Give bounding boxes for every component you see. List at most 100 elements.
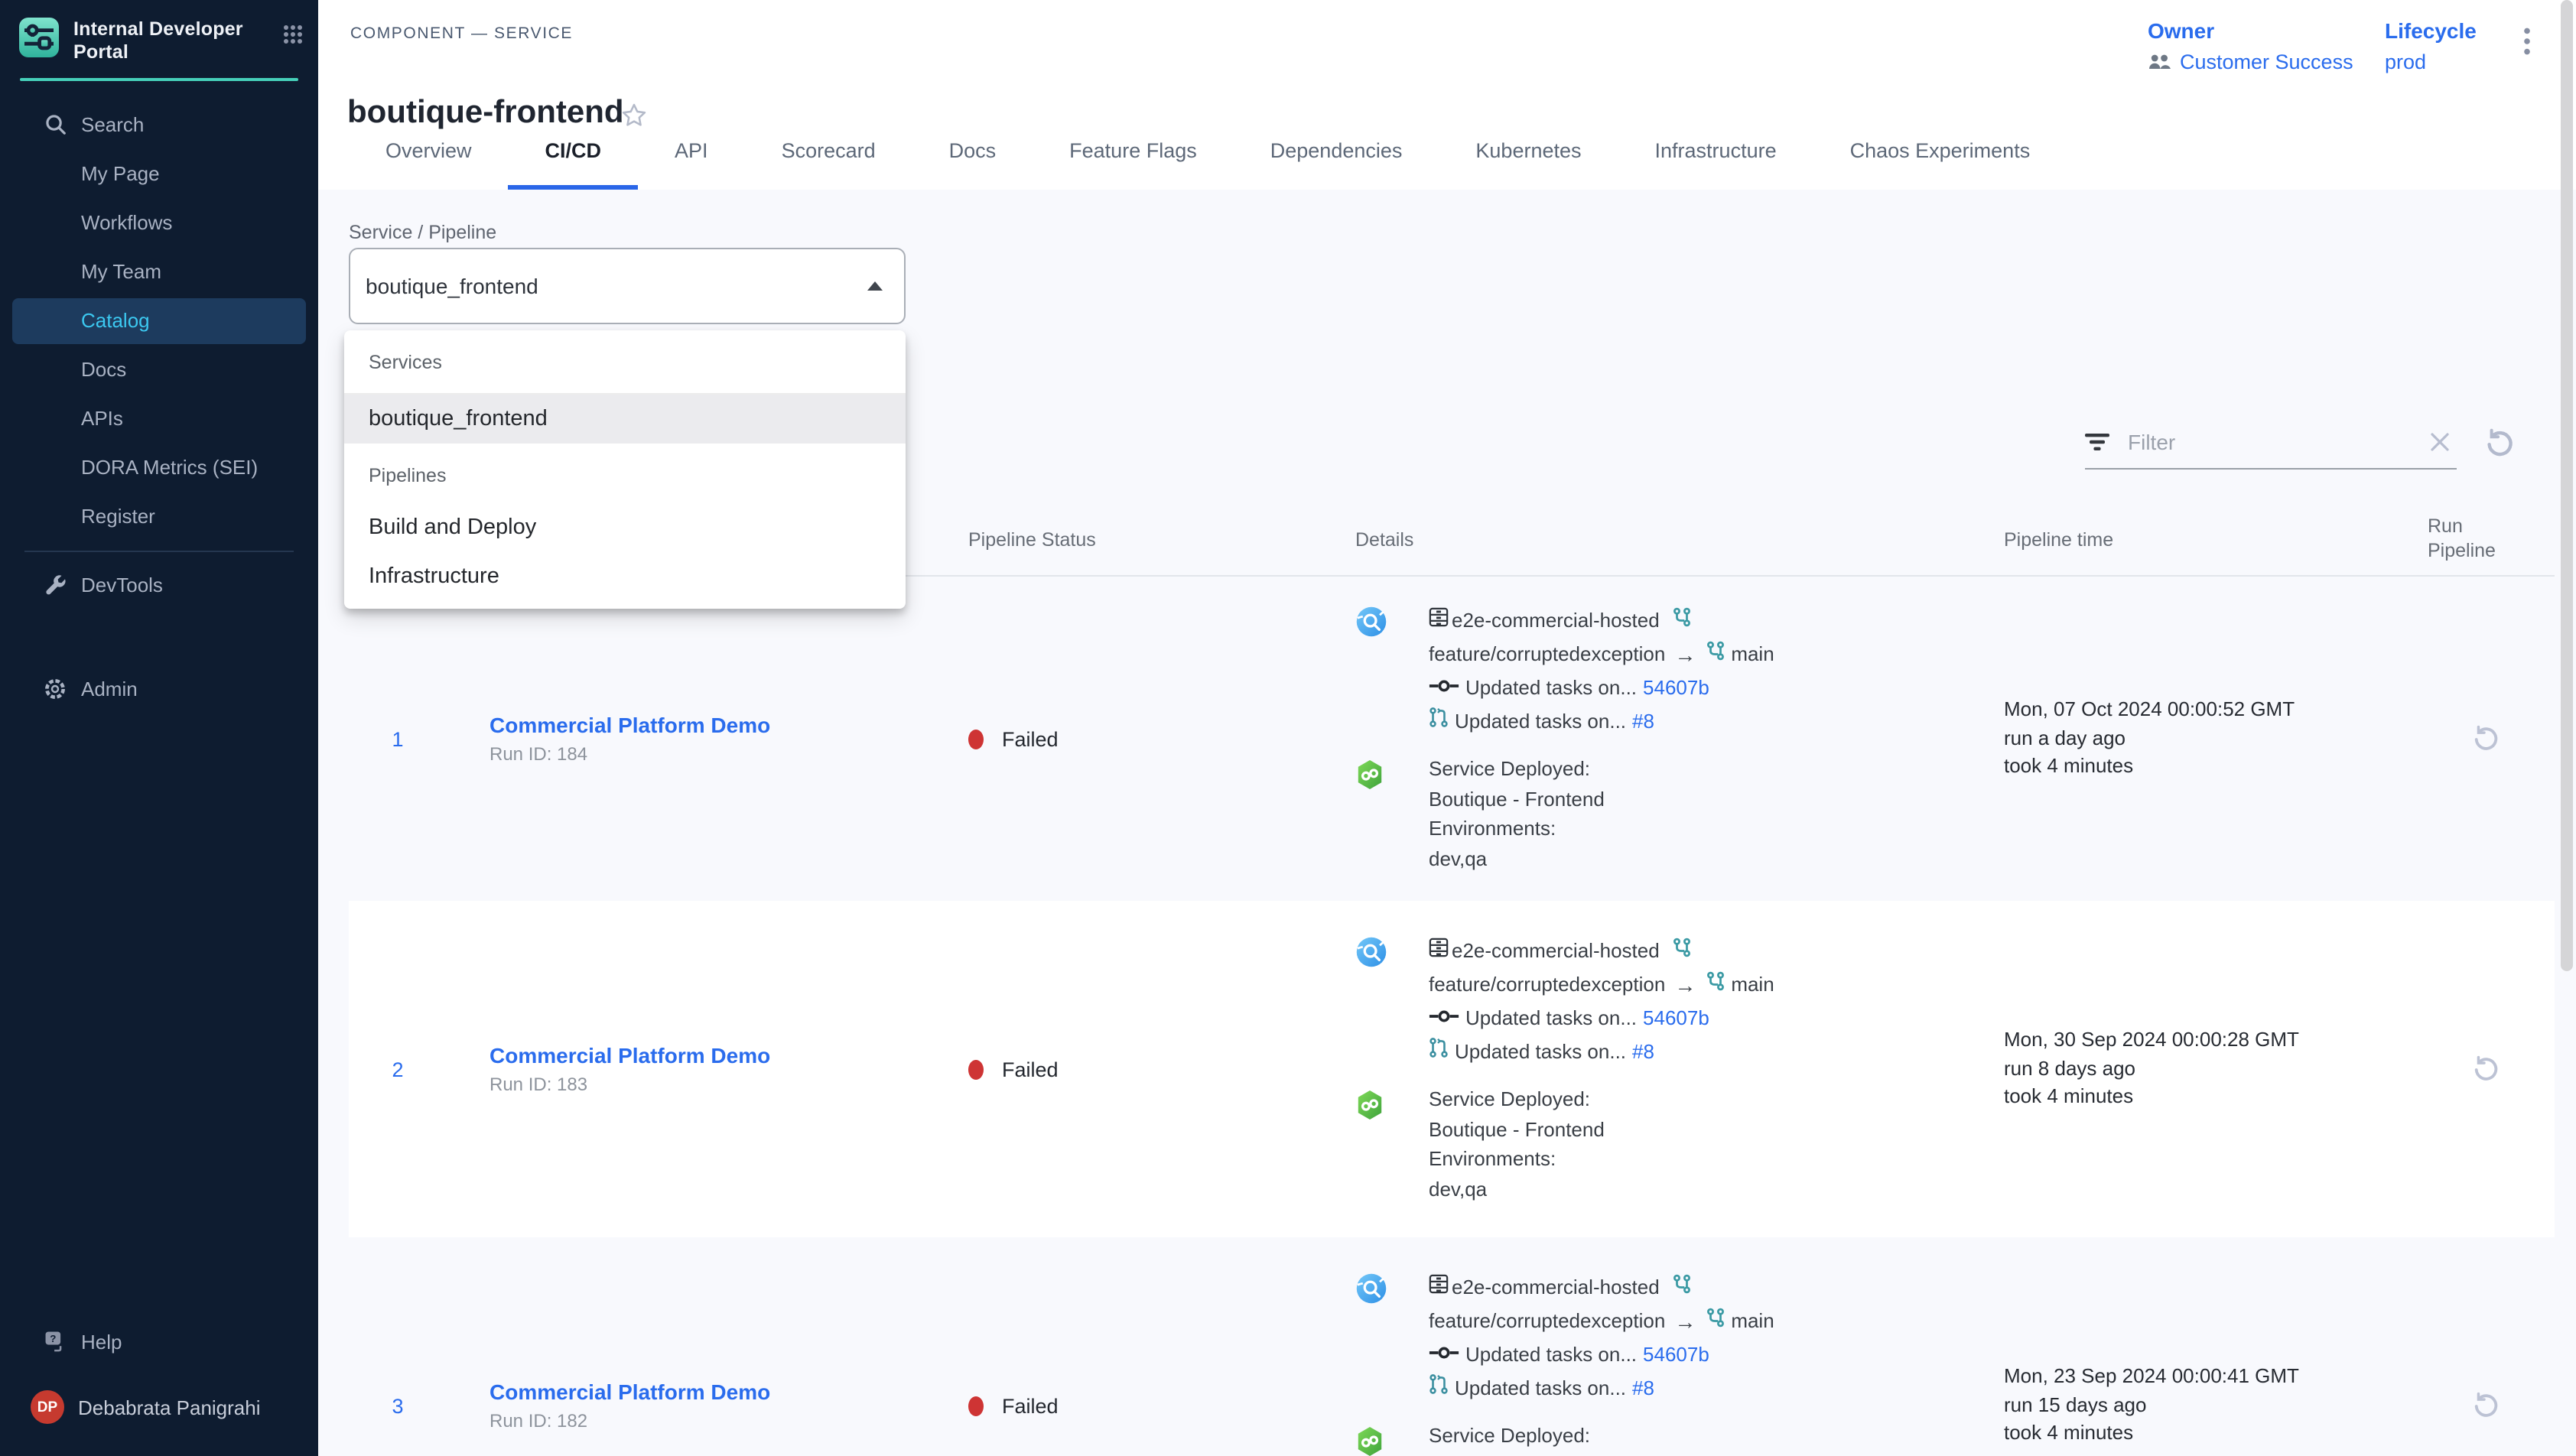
sidebar-divider xyxy=(24,550,294,551)
clear-filter-icon[interactable] xyxy=(2429,431,2451,453)
sidebar-nav: Search My PageWorkflowsMy Team Catalog Docs… xyxy=(0,80,318,611)
run-index: 2 xyxy=(349,901,447,1237)
run-pipeline-button[interactable] xyxy=(2469,722,2503,756)
pipeline-status: Failed xyxy=(918,901,1331,1237)
sidebar-item-devtools[interactable]: DevTools xyxy=(12,562,306,608)
deploy-line: dev,qa xyxy=(1429,843,1989,873)
commit-link[interactable]: 54607b xyxy=(1643,1002,1709,1035)
tab-dependencies[interactable]: Dependencies xyxy=(1234,110,1439,190)
main-content: COMPONENT — SERVICE boutique-frontend Ow… xyxy=(318,0,2576,1456)
dropdown-option-boutique-frontend[interactable]: boutique_frontend xyxy=(344,395,906,444)
pull-request-link[interactable]: #8 xyxy=(1632,1372,1654,1406)
sidebar-item-dora-metrics-sei-[interactable]: DORA Metrics (SEI) xyxy=(12,444,306,490)
filter-bar xyxy=(2085,416,2457,470)
pull-request-line: Updated tasks on...#8 xyxy=(1429,1372,1989,1406)
table-body: 1Commercial Platform DemoRun ID: 184Fail… xyxy=(349,577,2555,1456)
app-window: Internal Developer Portal SearchMy PageW… xyxy=(0,0,2576,1456)
repo-line: e2e-commercial-hosted xyxy=(1429,934,1989,968)
col-header-pipeline-status: Pipeline Status xyxy=(918,528,1331,550)
tab-label: Scorecard xyxy=(782,138,876,161)
pull-request-link[interactable]: #8 xyxy=(1632,705,1654,739)
arrow-right-icon: → xyxy=(1674,968,1696,1002)
filter-funnel-icon xyxy=(2085,433,2109,451)
col-header-pipeline-time: Pipeline time xyxy=(1989,528,2417,550)
tab-label: Feature Flags xyxy=(1069,138,1197,161)
status-text: Failed xyxy=(1002,1058,1059,1081)
sidebar-item-apis[interactable]: APIs xyxy=(12,395,306,441)
tab-overview[interactable]: Overview xyxy=(349,110,509,190)
commit-line: Updated tasks on...54607b xyxy=(1429,1338,1989,1372)
tab-docs[interactable]: Docs xyxy=(912,110,1033,190)
sidebar-item-search[interactable]: Search xyxy=(12,102,306,148)
tab-label: Dependencies xyxy=(1270,138,1403,161)
no-icon xyxy=(43,357,67,382)
refresh-icon[interactable] xyxy=(2481,425,2518,470)
lifecycle-label: Lifecycle xyxy=(2385,18,2477,43)
more-options-kebab-icon[interactable] xyxy=(2518,24,2536,66)
tab-label: Infrastructure xyxy=(1655,138,1777,161)
sidebar-item-register[interactable]: Register xyxy=(12,493,306,539)
vertical-scrollbar-thumb[interactable] xyxy=(2561,0,2573,971)
tab-feature-flags[interactable]: Feature Flags xyxy=(1033,110,1234,190)
pipeline-name-link[interactable]: Commercial Platform Demo xyxy=(490,1043,918,1068)
col-header-run-pipeline: Run Pipeline xyxy=(2417,515,2507,564)
cd-stage-icon xyxy=(1355,1089,1384,1126)
repo-line: e2e-commercial-hosted xyxy=(1429,604,1989,638)
arrow-right-icon: → xyxy=(1674,1305,1696,1338)
sidebar-item-label: DevTools xyxy=(81,574,163,596)
pipeline-status: Failed xyxy=(918,577,1331,901)
filter-input[interactable] xyxy=(2125,428,2414,456)
user-avatar: DP xyxy=(31,1390,64,1424)
sidebar-item-workflows[interactable]: Workflows xyxy=(12,200,306,245)
sidebar-item-label: Docs xyxy=(81,358,126,381)
tab-label: Chaos Experiments xyxy=(1850,138,2031,161)
run-pipeline-button[interactable] xyxy=(2469,1389,2503,1422)
user-name: Debabrata Panigrahi xyxy=(78,1396,261,1419)
sidebar-item-help[interactable]: ? Help xyxy=(12,1318,306,1364)
owner-link[interactable]: Customer Success xyxy=(2180,50,2353,73)
service-pipeline-select[interactable]: boutique_frontend xyxy=(349,248,906,324)
sidebar-item-my-team[interactable]: My Team xyxy=(12,249,306,294)
apps-grid-icon[interactable] xyxy=(283,17,303,52)
git-branch-icon xyxy=(1705,968,1725,1002)
tab-label: Kubernetes xyxy=(1475,138,1581,161)
pipeline-name-link[interactable]: Commercial Platform Demo xyxy=(490,713,918,737)
sidebar-item-label: Catalog xyxy=(81,309,150,332)
pipeline-name-link[interactable]: Commercial Platform Demo xyxy=(490,1380,918,1404)
dropdown-group-services: Services xyxy=(344,330,906,395)
dropdown-option-infrastructure[interactable]: Infrastructure xyxy=(344,552,906,601)
run-pipeline-button[interactable] xyxy=(2469,1052,2503,1086)
ci-stage-icon xyxy=(1355,606,1387,642)
tab-kubernetes[interactable]: Kubernetes xyxy=(1439,110,1618,190)
commit-icon xyxy=(1429,1002,1459,1035)
commit-link[interactable]: 54607b xyxy=(1643,671,1709,705)
pull-request-line: Updated tasks on...#8 xyxy=(1429,1035,1989,1069)
sidebar-item-admin[interactable]: Admin xyxy=(12,666,306,712)
run-duration: took 4 minutes xyxy=(2004,1084,2417,1112)
tab-scorecard[interactable]: Scorecard xyxy=(745,110,912,190)
cicd-panel: Service / Pipeline boutique_frontend Ser… xyxy=(318,190,2576,1456)
tab-api[interactable]: API xyxy=(638,110,745,190)
sidebar-item-docs[interactable]: Docs xyxy=(12,346,306,392)
tab-ci-cd[interactable]: CI/CD xyxy=(509,110,639,190)
tab-infrastructure[interactable]: Infrastructure xyxy=(1618,110,1813,190)
sidebar-item-label: Search xyxy=(81,113,144,136)
commit-line: Updated tasks on...54607b xyxy=(1429,671,1989,705)
pull-request-link[interactable]: #8 xyxy=(1632,1035,1654,1069)
sidebar-item-my-page[interactable]: My Page xyxy=(12,151,306,197)
git-branch-icon xyxy=(1672,1271,1692,1305)
owner-block: Owner Customer Success xyxy=(2148,18,2353,73)
dropdown-group-pipelines: Pipelines xyxy=(344,444,906,503)
commit-line: Updated tasks on...54607b xyxy=(1429,1002,1989,1035)
commit-link[interactable]: 54607b xyxy=(1643,1338,1709,1372)
entity-header: COMPONENT — SERVICE boutique-frontend Ow… xyxy=(318,0,2576,191)
no-icon xyxy=(43,455,67,479)
dropdown-option-build-and-deploy[interactable]: Build and Deploy xyxy=(344,503,906,552)
tab-chaos-experiments[interactable]: Chaos Experiments xyxy=(1813,110,2067,190)
run-details: e2e-commercial-hostedfeature/corruptedex… xyxy=(1331,1237,1989,1456)
sidebar-item-catalog[interactable]: Catalog xyxy=(12,297,306,343)
no-icon xyxy=(43,308,67,333)
branch-line: feature/corruptedexception→main xyxy=(1429,638,1989,671)
user-menu[interactable]: DP Debabrata Panigrahi xyxy=(0,1376,318,1438)
run-duration: took 4 minutes xyxy=(2004,1420,2417,1448)
